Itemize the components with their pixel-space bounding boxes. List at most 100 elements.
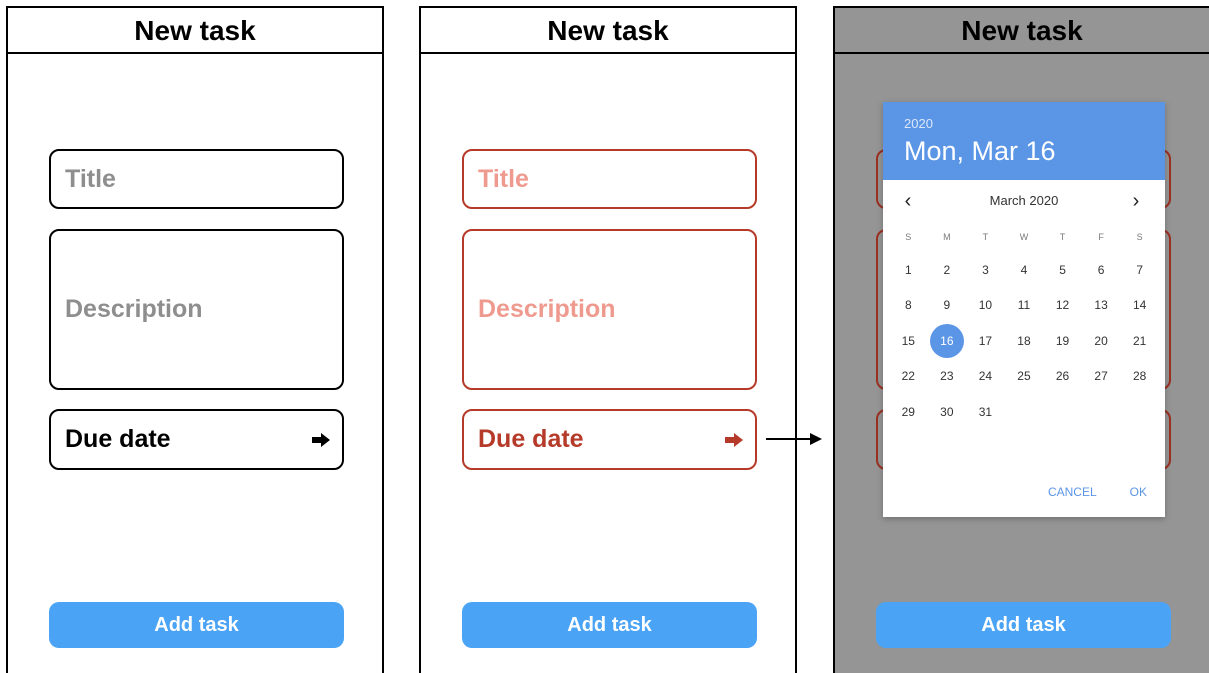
calendar-day[interactable]: 25 bbox=[1005, 359, 1044, 395]
add-task-button[interactable]: Add task bbox=[462, 602, 757, 648]
cancel-button[interactable]: CANCEL bbox=[1048, 485, 1097, 499]
calendar-day-number: 5 bbox=[1059, 262, 1066, 277]
calendar-day-number: 8 bbox=[904, 298, 912, 313]
weekday-label: T bbox=[1059, 232, 1066, 242]
calendar-day[interactable]: 29 bbox=[889, 394, 928, 430]
calendar-day[interactable]: 4 bbox=[1005, 252, 1044, 288]
calendar-day-number: 12 bbox=[1055, 298, 1070, 313]
calendar-day[interactable]: 9 bbox=[928, 288, 967, 324]
page-title: New task bbox=[835, 8, 1209, 54]
weekday-label: W bbox=[1019, 232, 1029, 242]
add-task-button[interactable]: Add task bbox=[876, 602, 1171, 648]
calendar-day[interactable]: 18 bbox=[1005, 323, 1044, 359]
arrow-right-icon bbox=[725, 432, 743, 447]
calendar-day-number: 13 bbox=[1094, 298, 1108, 313]
calendar-day[interactable]: 19 bbox=[1043, 323, 1082, 359]
screen-date-picker: New task Add task 2020 Mon, Mar 16 ‹ Mar… bbox=[833, 6, 1209, 673]
calendar-day-number: 2 bbox=[943, 262, 951, 277]
calendar-day[interactable]: 17 bbox=[966, 323, 1005, 359]
calendar-day[interactable]: 12 bbox=[1043, 288, 1082, 324]
calendar-day[interactable]: 2 bbox=[928, 252, 967, 288]
calendar-day[interactable]: 21 bbox=[1120, 323, 1159, 359]
calendar-day-number: 11 bbox=[1017, 298, 1031, 313]
calendar-day-number: 30 bbox=[940, 404, 954, 419]
calendar-day-number: 19 bbox=[1055, 333, 1070, 348]
date-picker-dialog: 2020 Mon, Mar 16 ‹ March 2020 › S M T W T F S 1… bbox=[883, 102, 1165, 517]
calendar-day[interactable]: 7 bbox=[1120, 252, 1159, 288]
description-input[interactable]: Description bbox=[49, 229, 344, 390]
calendar-day-number: 29 bbox=[901, 404, 915, 419]
month-navigator: ‹ March 2020 › bbox=[883, 186, 1165, 216]
title-input[interactable]: Title bbox=[462, 149, 757, 209]
calendar-day-number: 31 bbox=[978, 404, 993, 419]
month-label: March 2020 bbox=[989, 193, 1059, 208]
date-picker-header: 2020 Mon, Mar 16 bbox=[883, 102, 1165, 180]
calendar-day[interactable]: 10 bbox=[966, 288, 1005, 324]
calendar-day-number: 14 bbox=[1132, 298, 1147, 313]
calendar-day[interactable]: 1 bbox=[889, 252, 928, 288]
weekday-label: F bbox=[1098, 232, 1104, 242]
calendar-day-number: 4 bbox=[1020, 262, 1028, 277]
calendar-day[interactable]: 20 bbox=[1082, 323, 1121, 359]
calendar-day-number: 3 bbox=[982, 262, 989, 277]
calendar-day-number: 10 bbox=[978, 298, 993, 313]
page-title: New task bbox=[421, 8, 795, 54]
calendar-day[interactable]: 23 bbox=[928, 359, 967, 395]
calendar-day[interactable]: 28 bbox=[1120, 359, 1159, 395]
ok-button[interactable]: OK bbox=[1130, 485, 1147, 499]
calendar-grid: S M T W T F S 1 2 3 4 5 6 7 8 9 10 11 12 13 14 15 16 17 18 19 20 21… bbox=[889, 222, 1159, 430]
calendar-day-number: 22 bbox=[901, 369, 915, 384]
calendar-day[interactable]: 14 bbox=[1120, 288, 1159, 324]
calendar-day-number: 17 bbox=[978, 333, 993, 348]
weekday-label: T bbox=[982, 232, 989, 242]
due-date-field[interactable]: Due date bbox=[49, 409, 344, 470]
calendar-day[interactable]: 26 bbox=[1043, 359, 1082, 395]
calendar-day[interactable]: 6 bbox=[1082, 252, 1121, 288]
calendar-day-number: 26 bbox=[1055, 369, 1070, 384]
description-placeholder: Description bbox=[65, 295, 203, 323]
calendar-day[interactable]: 3 bbox=[966, 252, 1005, 288]
title-placeholder: Title bbox=[65, 164, 116, 193]
calendar-day-number: 20 bbox=[1094, 333, 1108, 348]
calendar-day-number: 23 bbox=[940, 369, 954, 384]
due-date-label: Due date bbox=[65, 425, 171, 453]
add-task-button[interactable]: Add task bbox=[49, 602, 344, 648]
description-input[interactable]: Description bbox=[462, 229, 757, 390]
chevron-right-icon[interactable]: › bbox=[1121, 186, 1151, 216]
calendar-day[interactable]: 30 bbox=[928, 394, 967, 430]
calendar-day-number: 16 bbox=[929, 323, 964, 358]
screen-new-task-error: New task Title Description Due date Add … bbox=[419, 6, 797, 673]
due-date-field[interactable]: Due date bbox=[462, 409, 757, 470]
calendar-day[interactable]: 31 bbox=[966, 394, 1005, 430]
calendar-day[interactable]: 27 bbox=[1082, 359, 1121, 395]
title-placeholder: Title bbox=[478, 164, 529, 193]
calendar-day-number: 25 bbox=[1017, 369, 1031, 384]
calendar-day[interactable]: 24 bbox=[966, 359, 1005, 395]
page-title: New task bbox=[8, 8, 382, 54]
calendar-day[interactable]: 13 bbox=[1082, 288, 1121, 324]
calendar-day-number: 21 bbox=[1132, 333, 1147, 348]
calendar-day[interactable]: 5 bbox=[1043, 252, 1082, 288]
calendar-day-number: 9 bbox=[943, 298, 951, 313]
picker-selected-date: Mon, Mar 16 bbox=[904, 136, 1056, 166]
picker-year[interactable]: 2020 bbox=[904, 116, 1165, 132]
weekday-label: M bbox=[943, 232, 951, 242]
long-arrow-right-icon bbox=[766, 433, 822, 445]
due-date-label: Due date bbox=[478, 425, 584, 453]
calendar-day[interactable]: 11 bbox=[1005, 288, 1044, 324]
calendar-day-number: 6 bbox=[1097, 262, 1105, 277]
calendar-day-selected[interactable]: 16 bbox=[928, 323, 967, 359]
dialog-actions: CANCEL OK bbox=[1048, 485, 1147, 499]
chevron-left-icon[interactable]: ‹ bbox=[893, 186, 923, 216]
arrow-right-icon bbox=[312, 432, 330, 447]
calendar-day[interactable]: 8 bbox=[889, 288, 928, 324]
screen-new-task-default: New task Title Description Due date Add … bbox=[6, 6, 384, 673]
calendar-day-number: 18 bbox=[1017, 333, 1031, 348]
calendar-day-number: 28 bbox=[1132, 369, 1147, 384]
calendar-day[interactable]: 15 bbox=[889, 323, 928, 359]
calendar-day[interactable]: 22 bbox=[889, 359, 928, 395]
title-input[interactable]: Title bbox=[49, 149, 344, 209]
calendar-day-number: 24 bbox=[978, 369, 993, 384]
calendar-day-number: 27 bbox=[1094, 369, 1108, 384]
calendar-day-number: 7 bbox=[1136, 262, 1143, 277]
